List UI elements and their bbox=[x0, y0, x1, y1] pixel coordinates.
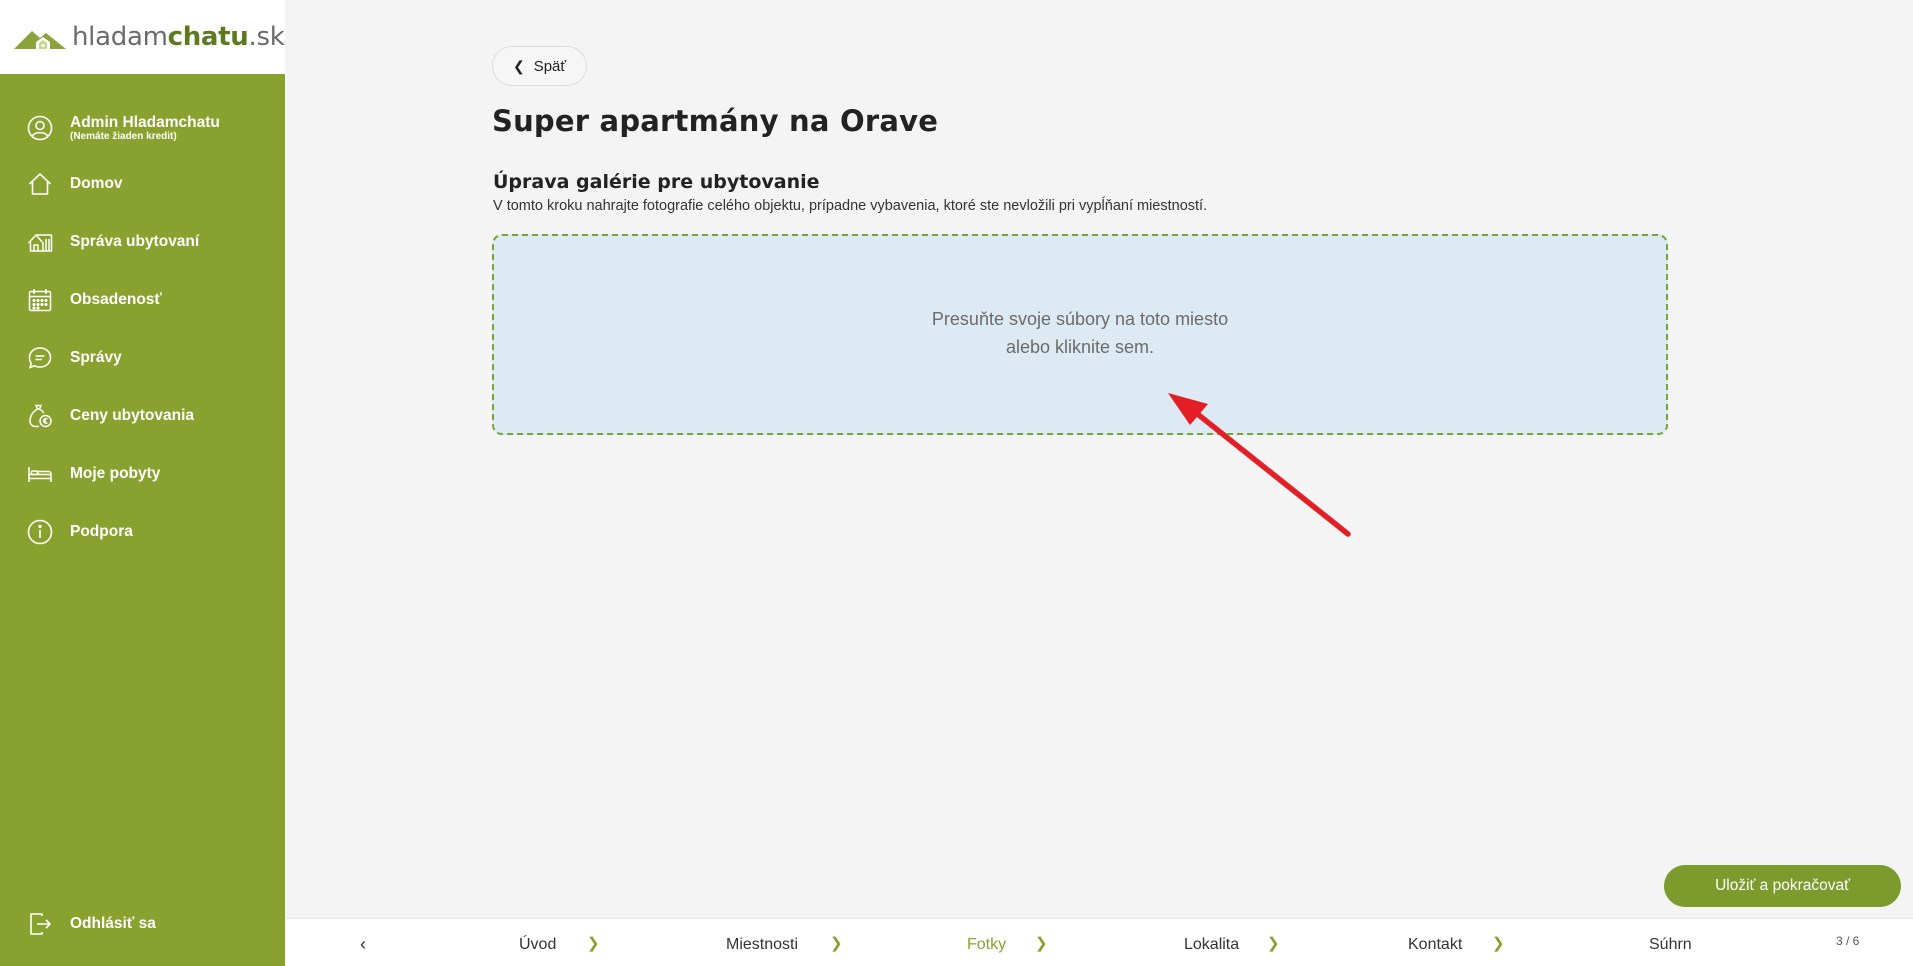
sidebar-item-label: Ceny ubytovania bbox=[70, 407, 195, 424]
sidebar-item-spravy[interactable]: Správy bbox=[0, 336, 285, 380]
back-button[interactable]: ❮ Späť bbox=[492, 46, 587, 86]
section-title: Úprava galérie pre ubytovanie bbox=[493, 171, 820, 193]
wizard-step-lokalita[interactable]: Lokalita bbox=[1184, 936, 1239, 954]
dropzone-line2: alebo kliknite sem. bbox=[1005, 336, 1155, 357]
wizard-step-kontakt[interactable]: Kontakt bbox=[1408, 936, 1462, 954]
logout-button[interactable]: Odhlásiť sa bbox=[0, 902, 285, 946]
cabin-icon bbox=[26, 228, 54, 256]
message-icon bbox=[26, 344, 54, 372]
info-icon bbox=[26, 518, 54, 546]
logo-text: hladamchatu.sk bbox=[72, 22, 285, 52]
chevron-right-icon: ❯ bbox=[830, 935, 843, 952]
chevron-right-icon: ❯ bbox=[587, 935, 600, 952]
page-title: Super apartmány na Orave bbox=[492, 104, 939, 138]
back-label: Späť bbox=[533, 57, 567, 75]
sidebar-item-label: Správy bbox=[70, 349, 122, 366]
logout-icon bbox=[26, 910, 54, 938]
sidebar-user[interactable]: Admin Hladamchatu (Nemáte žiaden kredit) bbox=[0, 106, 285, 150]
sidebar-item-domov[interactable]: Domov bbox=[0, 162, 285, 206]
calendar-icon bbox=[26, 286, 54, 314]
step-counter: 3 / 6 bbox=[1836, 934, 1860, 948]
wizard-step-suhrn[interactable]: Súhrn bbox=[1649, 936, 1692, 954]
save-continue-button[interactable]: Uložiť a pokračovať bbox=[1664, 865, 1901, 907]
sidebar-item-ceny-ubytovania[interactable]: Ceny ubytovania bbox=[0, 394, 285, 438]
bed-icon bbox=[26, 460, 54, 488]
user-credit: (Nemáte žiaden kredit) bbox=[70, 131, 177, 142]
sidebar-item-label: Podpora bbox=[70, 523, 133, 540]
sidebar-item-label: Správa ubytovaní bbox=[70, 233, 200, 250]
sidebar: hladamchatu.sk Admin Hladamchatu (Nemáte… bbox=[0, 0, 285, 966]
chevron-right-icon: ❯ bbox=[1267, 935, 1280, 952]
user-icon bbox=[26, 114, 54, 142]
file-dropzone[interactable]: Presuňte svoje súbory na toto miesto ale… bbox=[492, 234, 1668, 435]
sidebar-item-moje-pobyty[interactable]: Moje pobyty bbox=[0, 452, 285, 496]
sidebar-item-podpora[interactable]: Podpora bbox=[0, 510, 285, 554]
user-name: Admin Hladamchatu bbox=[70, 114, 220, 131]
wizard-step-miestnosti[interactable]: Miestnosti bbox=[726, 936, 798, 954]
chevron-right-icon: ❯ bbox=[1035, 935, 1048, 952]
sidebar-item-label: Obsadenosť bbox=[70, 291, 162, 308]
dropzone-text: Presuňte svoje súbory na toto miesto ale… bbox=[932, 305, 1228, 361]
logo[interactable]: hladamchatu.sk bbox=[0, 0, 285, 74]
sidebar-item-label: Moje pobyty bbox=[70, 465, 161, 482]
annotation-arrow-icon bbox=[1168, 393, 1351, 537]
chevron-right-icon: ❯ bbox=[1492, 935, 1505, 952]
money-icon bbox=[26, 402, 54, 430]
section-description: V tomto kroku nahrajte fotografie celého… bbox=[493, 198, 1208, 214]
wizard-step-fotky[interactable]: Fotky bbox=[967, 936, 1006, 954]
sidebar-item-obsadenost[interactable]: Obsadenosť bbox=[0, 278, 285, 322]
logo-house-icon bbox=[14, 31, 66, 49]
wizard-prev-button[interactable]: ‹ bbox=[360, 934, 366, 955]
dropzone-line1: Presuňte svoje súbory na toto miesto bbox=[931, 308, 1229, 329]
chevron-left-icon: ❮ bbox=[512, 57, 525, 74]
wizard-step-uvod[interactable]: Úvod bbox=[519, 936, 556, 954]
sidebar-item-sprava-ubytovani[interactable]: Správa ubytovaní bbox=[0, 220, 285, 264]
sidebar-item-label: Domov bbox=[70, 175, 123, 192]
logout-label: Odhlásiť sa bbox=[70, 915, 156, 932]
home-icon bbox=[26, 170, 54, 198]
